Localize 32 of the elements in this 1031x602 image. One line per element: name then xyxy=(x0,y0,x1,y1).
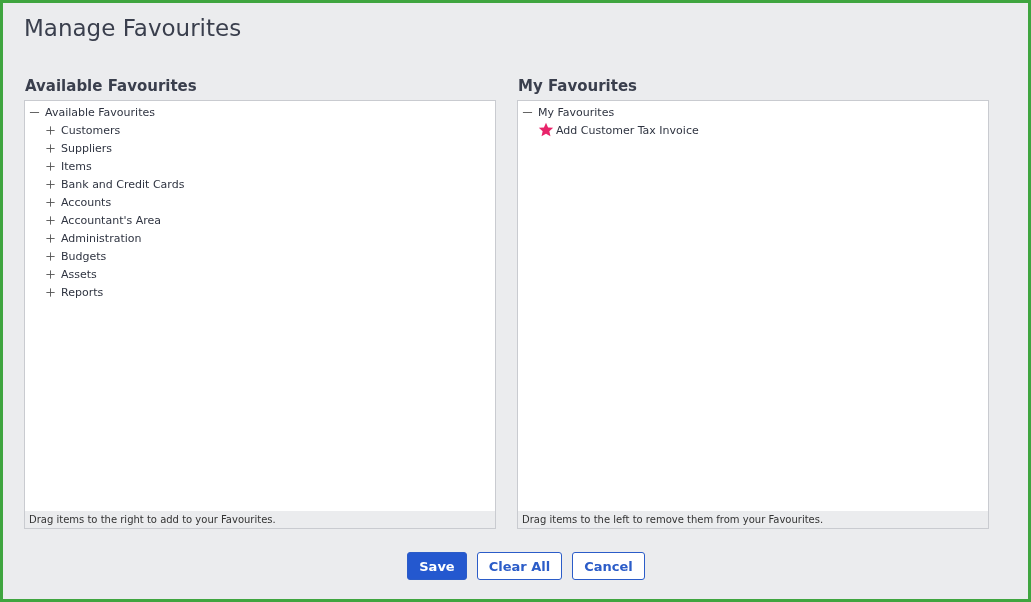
plus-icon[interactable] xyxy=(45,286,56,298)
action-button[interactable]: Cancel xyxy=(572,552,645,580)
tree-item[interactable]: Reports xyxy=(61,285,104,299)
tree-item[interactable]: Budgets xyxy=(61,249,107,263)
page-title: Manage Favourites xyxy=(24,15,243,43)
tree-item[interactable]: Administration xyxy=(61,231,142,245)
plus-icon[interactable] xyxy=(45,214,56,226)
plus-icon[interactable] xyxy=(45,196,56,208)
panel-heading: Available Favourites xyxy=(25,77,198,95)
tree-item[interactable]: Suppliers xyxy=(61,141,113,155)
action-button[interactable]: Clear All xyxy=(476,552,563,580)
plus-icon[interactable] xyxy=(45,160,56,172)
tree-item[interactable]: Accountant's Area xyxy=(61,213,161,227)
star-icon xyxy=(538,122,554,138)
tree-item[interactable]: Add Customer Tax Invoice xyxy=(556,123,699,137)
tree-item[interactable]: Items xyxy=(61,159,92,173)
plus-icon[interactable] xyxy=(45,268,56,280)
plus-icon[interactable] xyxy=(45,124,56,136)
tree-item[interactable]: Accounts xyxy=(61,195,112,209)
tree-item[interactable]: Customers xyxy=(61,123,121,137)
panel-heading: My Favourites xyxy=(518,77,638,95)
plus-icon[interactable] xyxy=(45,142,56,154)
save-button[interactable]: Save xyxy=(407,552,467,580)
tree-item[interactable]: My Favourites xyxy=(538,105,615,119)
plus-icon[interactable] xyxy=(45,250,56,262)
plus-icon[interactable] xyxy=(45,178,56,190)
hint-text: Drag items to the left to remove them from your Favourites. xyxy=(518,511,988,528)
plus-icon[interactable] xyxy=(45,232,56,244)
tree-item[interactable]: Available Favourites xyxy=(45,105,155,119)
tree-item[interactable]: Assets xyxy=(61,267,97,281)
tree-item[interactable]: Bank and Credit Cards xyxy=(61,177,185,191)
hint-text: Drag items to the right to add to your Favourites. xyxy=(25,511,495,528)
